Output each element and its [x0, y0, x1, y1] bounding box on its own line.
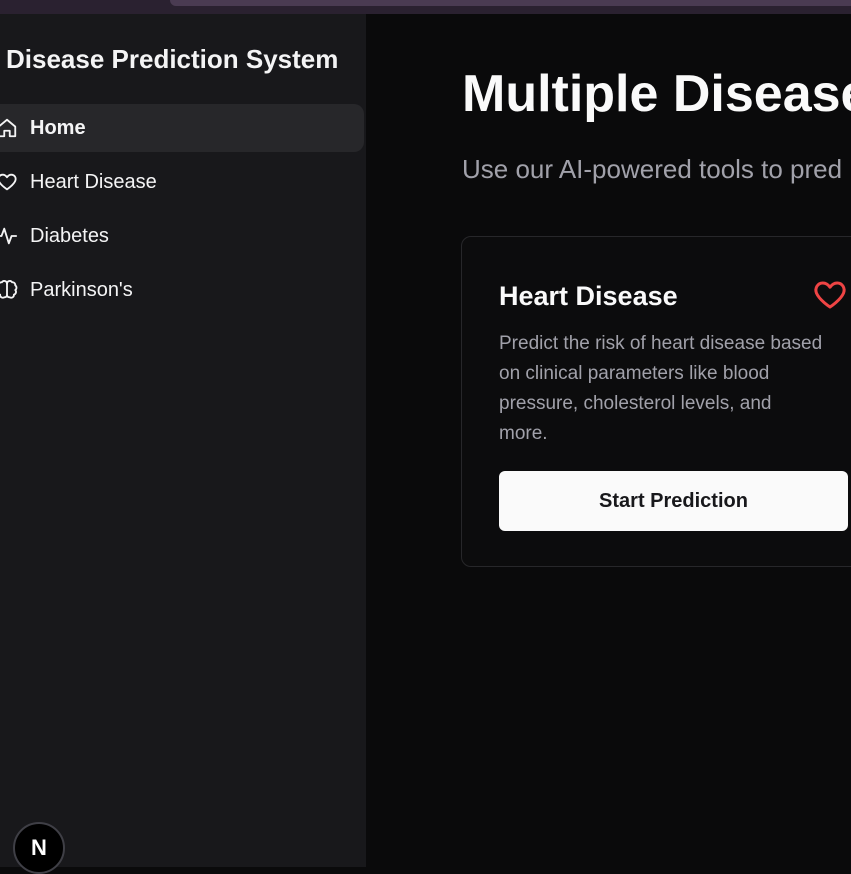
app-title: Disease Prediction System [6, 44, 339, 74]
main-content: Multiple Disease Use our AI-powered tool… [366, 14, 851, 867]
sidebar: Disease Prediction System Home Heart Dis… [0, 14, 366, 874]
sidebar-item-home[interactable]: Home [0, 104, 364, 152]
sidebar-item-label: Parkinson's [30, 278, 133, 301]
sidebar-item-label: Heart Disease [30, 170, 157, 193]
page-title: Multiple Disease [462, 65, 851, 123]
card-title: Heart Disease [499, 281, 678, 311]
heart-icon [0, 171, 18, 193]
framework-badge[interactable]: N [13, 822, 65, 874]
home-icon [0, 117, 18, 139]
card-description: Predict the risk of heart disease based … [499, 333, 823, 444]
browser-top-bar [0, 0, 851, 14]
brain-icon [0, 279, 18, 301]
sidebar-item-heart-disease[interactable]: Heart Disease [0, 158, 364, 206]
heart-disease-card: Heart Disease Predict the risk of heart … [461, 236, 851, 567]
start-prediction-button[interactable]: Start Prediction [499, 471, 848, 531]
browser-tab-edge [170, 0, 851, 6]
heart-icon [812, 277, 848, 313]
badge-letter: N [31, 835, 47, 860]
sidebar-item-label: Home [30, 116, 86, 139]
sidebar-nav: Home Heart Disease Diabetes Parkinson's [0, 104, 364, 320]
sidebar-item-parkinsons[interactable]: Parkinson's [0, 266, 364, 314]
sidebar-item-label: Diabetes [30, 224, 109, 247]
sidebar-item-diabetes[interactable]: Diabetes [0, 212, 364, 260]
page-subtitle: Use our AI-powered tools to pred [462, 154, 843, 184]
activity-icon [0, 225, 18, 247]
